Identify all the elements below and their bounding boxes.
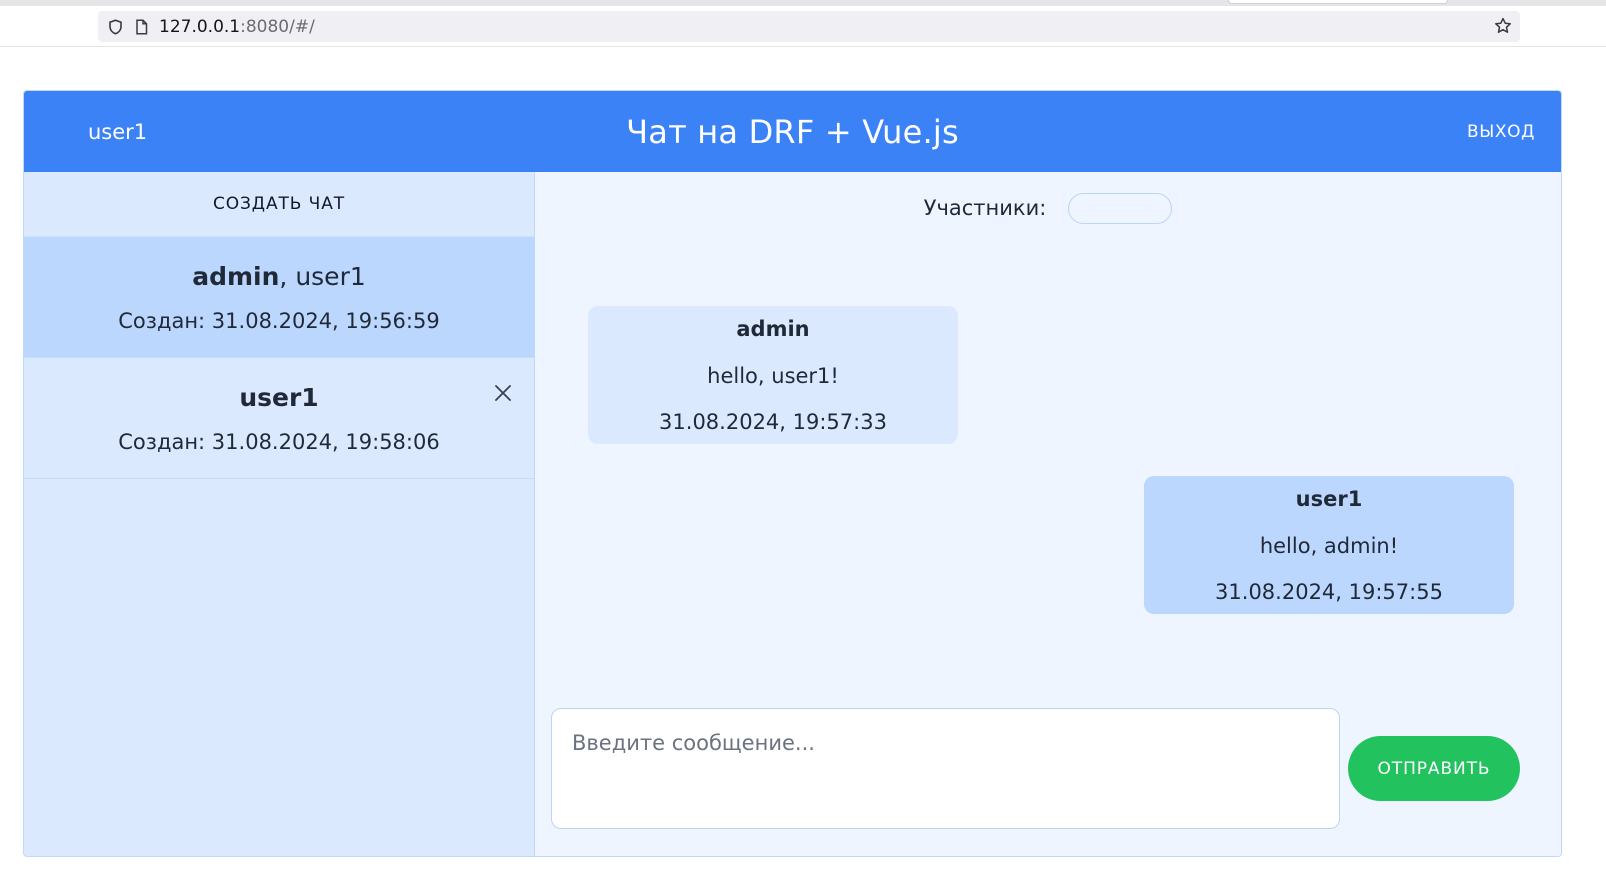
chat-participant-bold: user1	[239, 382, 319, 412]
url-host: 127.0.0.1	[159, 16, 241, 37]
address-bar[interactable]: 127.0.0.1:8080/#/	[98, 11, 1520, 42]
participants-field[interactable]	[1068, 192, 1173, 224]
logout-button[interactable]: ВЫХОД	[1467, 91, 1535, 172]
page-title: Чат на DRF + Vue.js	[626, 112, 959, 151]
message-author: user1	[1295, 487, 1363, 511]
chat-main: Участники: admin hello, user1! 31.08.202…	[535, 172, 1561, 856]
chat-participants: user1	[239, 383, 318, 412]
close-icon[interactable]	[492, 382, 514, 404]
chat-participant-rest: , user1	[279, 261, 366, 291]
chat-created-date: Создан: 31.08.2024, 19:58:06	[118, 429, 440, 454]
browser-tab[interactable]	[1228, 0, 1448, 4]
chat-participants: admin, user1	[192, 262, 366, 291]
app-header: user1 Чат на DRF + Vue.js ВЫХОД	[24, 91, 1561, 172]
message-author: admin	[736, 317, 810, 341]
shield-icon[interactable]	[106, 18, 124, 36]
url-text[interactable]: 127.0.0.1:8080/#/	[159, 17, 315, 37]
message-input[interactable]	[551, 708, 1340, 829]
star-icon[interactable]	[1494, 17, 1512, 35]
create-chat-button[interactable]: СОЗДАТЬ ЧАТ	[24, 172, 534, 237]
message-bubble: user1 hello, admin! 31.08.2024, 19:57:55	[1144, 476, 1514, 614]
chat-participant-bold: admin	[192, 261, 280, 291]
chat-created-date: Создан: 31.08.2024, 19:56:59	[118, 308, 440, 333]
chat-list-sidebar: СОЗДАТЬ ЧАТ admin, user1 Создан: 31.08.2…	[24, 172, 535, 856]
chat-list-item[interactable]: admin, user1 Создан: 31.08.2024, 19:56:5…	[24, 237, 534, 358]
participants-row: Участники:	[535, 192, 1561, 224]
chat-list-item[interactable]: user1 Создан: 31.08.2024, 19:58:06	[24, 358, 534, 479]
message-time: 31.08.2024, 19:57:55	[1215, 580, 1443, 604]
message-text: hello, admin!	[1259, 534, 1399, 558]
participants-label: Участники:	[923, 196, 1047, 220]
chat-app: user1 Чат на DRF + Vue.js ВЫХОД СОЗДАТЬ …	[23, 90, 1562, 857]
url-path: :8080/#/	[240, 16, 315, 37]
message-text: hello, user1!	[707, 364, 839, 388]
browser-toolbar: 127.0.0.1:8080/#/	[0, 6, 1606, 47]
send-button[interactable]: ОТПРАВИТЬ	[1348, 736, 1520, 801]
message-time: 31.08.2024, 19:57:33	[659, 410, 887, 434]
page-icon[interactable]	[132, 18, 150, 36]
current-user-name: user1	[88, 119, 148, 144]
message-bubble: admin hello, user1! 31.08.2024, 19:57:33	[588, 306, 958, 444]
